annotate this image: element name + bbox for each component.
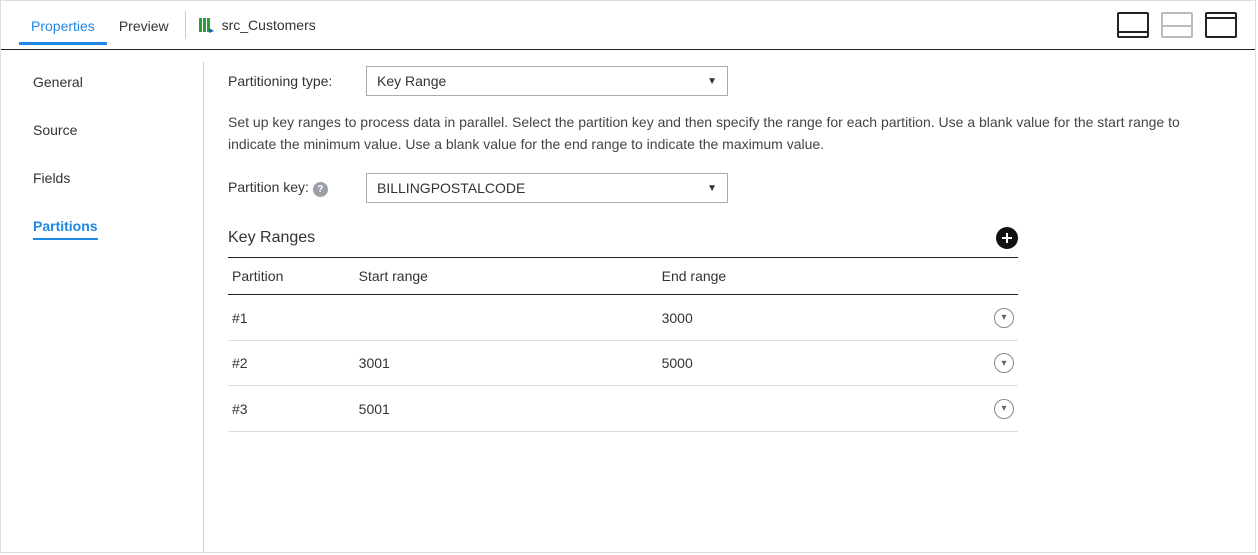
partitions-content: Partitioning type: Key Range ▼ Set up ke… [203,62,1255,553]
tab-preview[interactable]: Preview [107,6,181,44]
breadcrumb-label: src_Customers [222,17,316,33]
partitioning-type-select[interactable]: Key Range ▼ [366,66,728,96]
partition-key-value: BILLINGPOSTALCODE [377,180,525,196]
partition-key-label: Partition key: ? [228,179,348,197]
cell-start-range[interactable]: 5001 [355,386,658,432]
sidebar-item-fields[interactable]: Fields [33,170,70,190]
sidebar: General Source Fields Partitions [1,50,203,553]
layout-split-button[interactable] [1161,12,1193,38]
cell-end-range[interactable] [658,386,961,432]
table-row: #3 5001 ▾ [228,386,1018,432]
plus-icon [1001,232,1013,244]
add-partition-button[interactable] [996,227,1018,249]
sidebar-item-general[interactable]: General [33,74,83,94]
chevron-down-icon: ▼ [707,183,717,194]
column-actions [961,258,1018,295]
key-ranges-table: Partition Start range End range #1 3000 … [228,257,1018,432]
top-tabstrip: Properties Preview src_Customers [1,1,1255,50]
tab-divider [185,11,186,39]
cell-partition: #3 [228,386,355,432]
source-object-icon [198,17,214,33]
column-end-range: End range [658,258,961,295]
chevron-down-icon: ▼ [707,76,717,87]
partitioning-type-value: Key Range [377,73,446,89]
key-ranges-section: Key Ranges Partition Start range End [228,227,1018,432]
panel-body: General Source Fields Partitions Partiti… [1,50,1255,553]
table-row: #1 3000 ▾ [228,295,1018,341]
cell-start-range[interactable]: 3001 [355,340,658,386]
row-menu-button[interactable]: ▾ [994,308,1014,328]
table-row: #2 3001 5000 ▾ [228,340,1018,386]
cell-end-range[interactable]: 5000 [658,340,961,386]
cell-end-range[interactable]: 3000 [658,295,961,341]
partition-key-label-text: Partition key: [228,179,309,195]
info-icon[interactable]: ? [313,182,328,197]
layout-bottom-button[interactable] [1117,12,1149,38]
column-partition: Partition [228,258,355,295]
sidebar-item-source[interactable]: Source [33,122,77,142]
properties-panel: Properties Preview src_Customers [0,0,1256,553]
layout-button-group [1117,12,1237,38]
partitioning-type-row: Partitioning type: Key Range ▼ [228,66,1219,96]
partitioning-type-label: Partitioning type: [228,73,348,89]
sidebar-item-partitions[interactable]: Partitions [33,218,98,240]
key-ranges-header: Key Ranges [228,227,1018,249]
table-header-row: Partition Start range End range [228,258,1018,295]
key-ranges-title: Key Ranges [228,229,315,247]
row-menu-button[interactable]: ▾ [994,353,1014,373]
partition-key-row: Partition key: ? BILLINGPOSTALCODE ▼ [228,173,1219,203]
breadcrumb: src_Customers [198,17,316,33]
cell-partition: #2 [228,340,355,386]
tab-properties[interactable]: Properties [19,6,107,44]
partitioning-help-text: Set up key ranges to process data in par… [228,112,1188,155]
row-menu-button[interactable]: ▾ [994,399,1014,419]
cell-start-range[interactable] [355,295,658,341]
cell-partition: #1 [228,295,355,341]
partition-key-select[interactable]: BILLINGPOSTALCODE ▼ [366,173,728,203]
layout-top-button[interactable] [1205,12,1237,38]
column-start-range: Start range [355,258,658,295]
